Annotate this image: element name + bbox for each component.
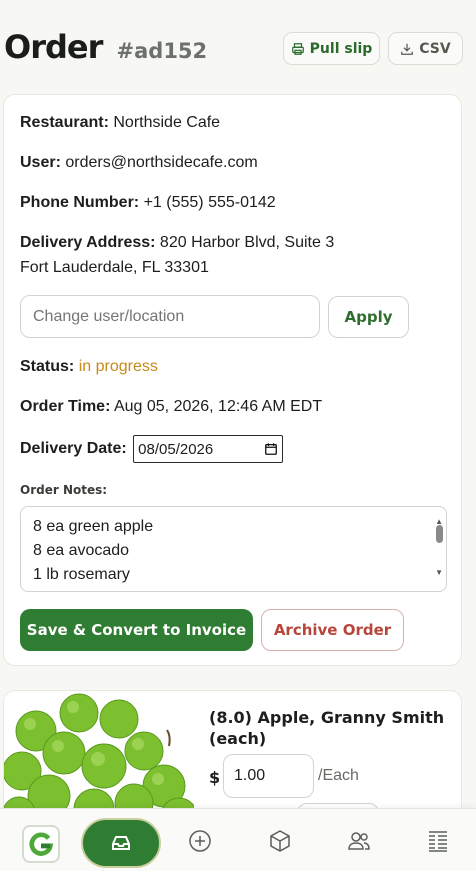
unit-label: /Each — [318, 767, 359, 784]
user-value: orders@northsidecafe.com — [65, 154, 258, 171]
order-notes-label: Order Notes: — [20, 483, 108, 497]
apply-button[interactable]: Apply — [328, 296, 409, 338]
delivery-date-row: Delivery Date: 08/05/2026 — [20, 435, 284, 463]
order-notes-textarea[interactable]: 8 ea green apple 8 ea avocado 1 lb rosem… — [20, 506, 447, 592]
pull-slip-label: Pull slip — [309, 40, 373, 57]
order-time-row: Order Time: Aug 05, 2026, 12:46 AM EDT — [20, 394, 322, 419]
address-label: Delivery Address: — [20, 234, 156, 251]
delivery-date-value: 08/05/2026 — [138, 440, 214, 458]
archive-order-button[interactable]: Archive Order — [261, 609, 404, 651]
currency-symbol: $ — [209, 768, 221, 787]
restaurant-row: Restaurant: Northside Cafe — [20, 110, 220, 135]
user-label: User: — [20, 154, 61, 171]
logo-g-icon — [29, 832, 54, 856]
delivery-date-label: Delivery Date: — [20, 440, 127, 458]
pull-slip-button[interactable]: Pull slip — [283, 32, 380, 65]
bottom-nav — [0, 808, 476, 871]
nav-customers[interactable] — [339, 821, 379, 861]
order-time-label: Order Time: — [20, 398, 111, 415]
status-label: Status: — [20, 358, 75, 375]
green-apples-image — [4, 691, 194, 821]
nav-products[interactable] — [260, 821, 300, 861]
nav-orders[interactable] — [81, 818, 161, 868]
phone-label: Phone Number: — [20, 194, 140, 211]
list-icon — [429, 831, 447, 852]
status-value: in progress — [78, 358, 158, 375]
delivery-date-input[interactable]: 08/05/2026 — [133, 435, 284, 463]
save-convert-invoice-button[interactable]: Save & Convert to Invoice — [20, 609, 253, 651]
item-title: (8.0) Apple, Granny Smith (each) — [209, 708, 445, 748]
inbox-tray-icon — [112, 836, 130, 850]
address-row: Delivery Address: 820 Harbor Blvd, Suite… — [20, 230, 334, 280]
users-icon — [348, 832, 370, 850]
calendar-icon[interactable] — [264, 442, 278, 456]
download-icon — [401, 43, 414, 55]
notes-line: 8 ea green apple — [33, 518, 154, 535]
app-logo[interactable] — [22, 825, 60, 863]
csv-label: CSV — [419, 40, 451, 57]
notes-line: 8 ea avocado — [33, 542, 130, 559]
scrollbar-thumb[interactable] — [436, 525, 443, 543]
restaurant-value: Northside Cafe — [113, 114, 221, 131]
nav-add[interactable] — [180, 821, 220, 861]
restaurant-label: Restaurant: — [20, 114, 109, 131]
order-id: #ad152 — [116, 39, 208, 63]
user-row: User: orders@northsidecafe.com — [20, 150, 258, 175]
status-row: Status: in progress — [20, 354, 158, 379]
phone-value: +1 (555) 555-0142 — [143, 194, 276, 211]
page-header: Order #ad152 Pull slip CSV — [4, 28, 470, 72]
notes-line: 1 lb rosemary — [33, 566, 130, 583]
address-line2: Fort Lauderdale, FL 33301 — [20, 259, 209, 276]
scroll-down-icon[interactable]: ▼ — [435, 561, 443, 585]
box-icon — [270, 830, 290, 852]
change-user-location-input[interactable] — [20, 295, 320, 338]
nav-list[interactable] — [418, 821, 458, 861]
page-title: Order #ad152 — [4, 28, 207, 66]
price-input[interactable]: 1.00 — [223, 754, 314, 798]
order-time-value: Aug 05, 2026, 12:46 AM EDT — [113, 398, 323, 415]
address-line1: 820 Harbor Blvd, Suite 3 — [159, 234, 335, 251]
add-circle-icon — [189, 830, 211, 852]
title-text: Order — [4, 28, 103, 66]
printer-icon — [291, 42, 304, 55]
phone-row: Phone Number: +1 (555) 555-0142 — [20, 190, 276, 215]
order-details-card: Restaurant: Northside Cafe User: orders@… — [3, 94, 462, 666]
csv-download-button[interactable]: CSV — [388, 32, 463, 65]
